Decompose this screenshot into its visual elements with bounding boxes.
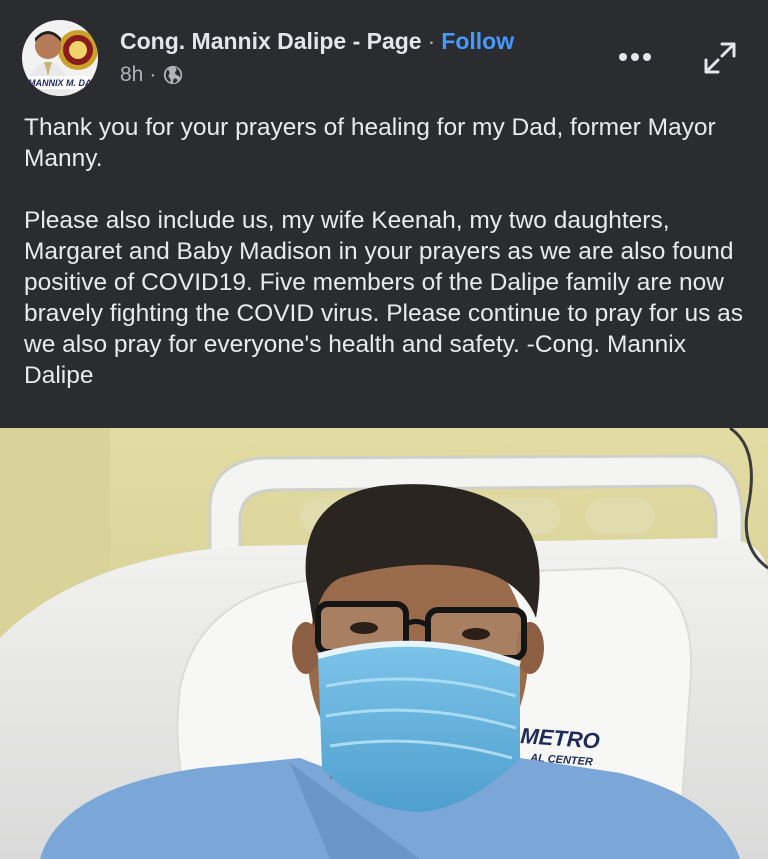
hospital-selfie-image: METRO AL CENTER (0, 428, 768, 859)
avatar-caption: MANNIX M. DA (28, 78, 92, 88)
post-paragraph: Thank you for your prayers of healing fo… (24, 114, 716, 172)
post-body: Thank you for your prayers of healing fo… (24, 112, 754, 422)
post-time[interactable]: 8h (120, 62, 143, 88)
author-name[interactable]: Cong. Mannix Dalipe - Page (120, 28, 422, 54)
post-paragraph: Please also include us, my wife Keenah, … (24, 207, 744, 389)
globe-icon (164, 65, 183, 85)
avatar-image: MANNIX M. DA (22, 20, 98, 96)
post-meta: 8h · (120, 62, 184, 88)
post-photo[interactable]: METRO AL CENTER (0, 428, 768, 859)
page-avatar[interactable]: MANNIX M. DA (22, 20, 98, 96)
expand-icon[interactable] (700, 40, 740, 76)
more-options-icon[interactable] (615, 42, 655, 72)
post-header: MANNIX M. DA Cong. Mannix Dalipe - Page ·… (0, 0, 768, 100)
follow-button[interactable]: Follow (441, 28, 514, 54)
author-line: Cong. Mannix Dalipe - Page · Follow (120, 26, 514, 56)
separator-dot: · (427, 28, 436, 54)
time-separator: · (149, 63, 157, 86)
